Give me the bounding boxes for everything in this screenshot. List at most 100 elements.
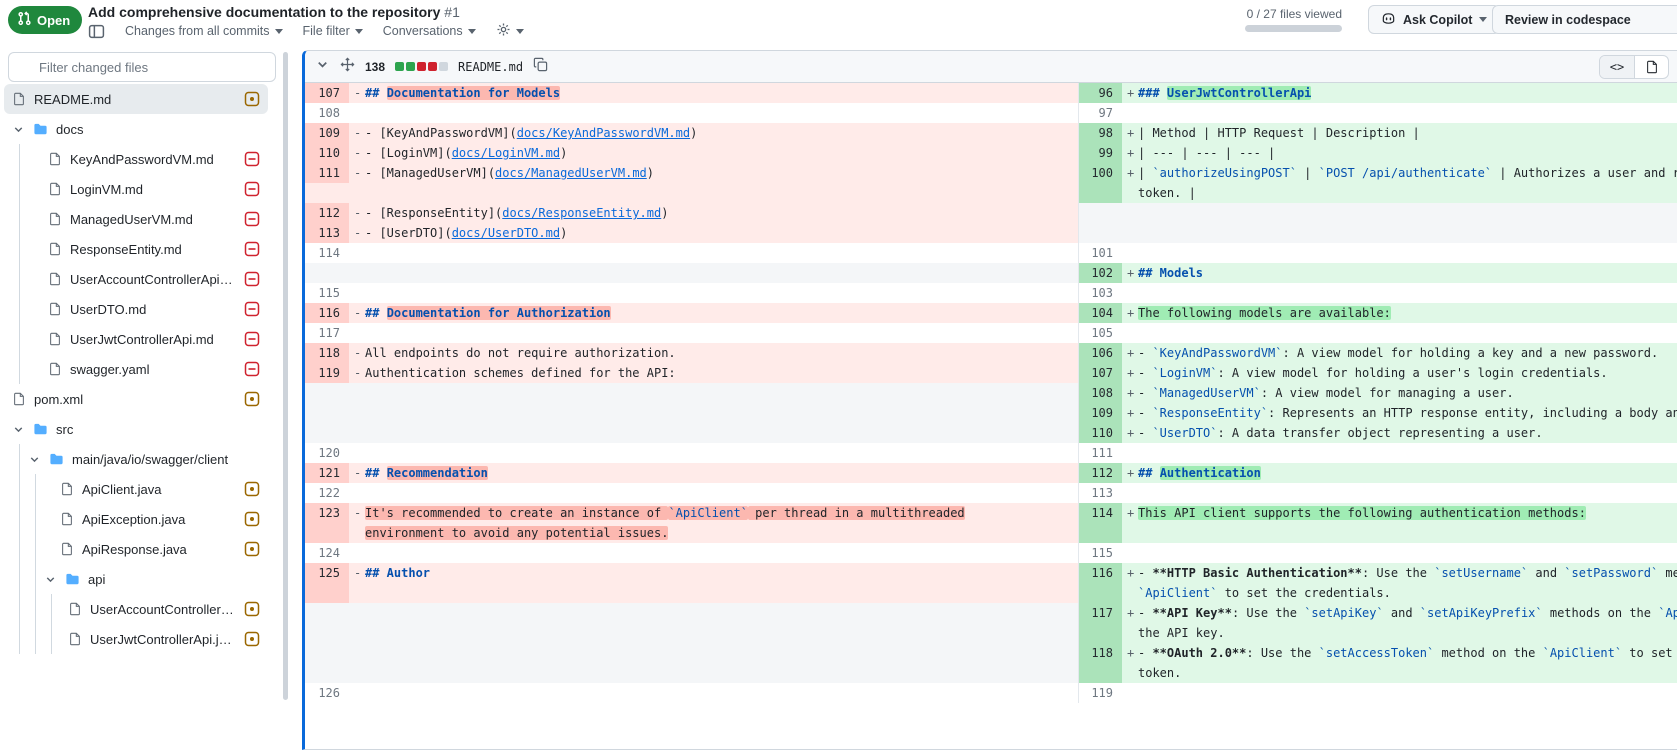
sidebar-scrollbar[interactable] [283, 52, 288, 700]
new-line-number[interactable]: 112 [1078, 463, 1122, 483]
tree-item-label: ApiException.java [82, 512, 236, 527]
diff-settings-dropdown[interactable] [496, 22, 524, 40]
new-line-number[interactable]: 108 [1078, 383, 1122, 403]
tree-item-swagger.yaml[interactable]: swagger.yaml [4, 354, 268, 384]
conversations-dropdown[interactable]: Conversations [383, 24, 476, 38]
new-line-number[interactable]: 99 [1078, 143, 1122, 163]
tree-item-apiexception.java[interactable]: ApiException.java [4, 504, 268, 534]
old-line-number[interactable]: 124 [305, 543, 349, 563]
old-line-number[interactable]: 117 [305, 323, 349, 343]
doc-link[interactable]: docs/ManagedUserVM.md [495, 166, 647, 180]
chevron-down-icon[interactable] [12, 123, 25, 136]
diff-marker: + [1122, 643, 1138, 663]
new-line-number[interactable]: 111 [1078, 443, 1122, 463]
chevron-down-icon [516, 29, 524, 34]
old-line-number[interactable]: 114 [305, 243, 349, 263]
old-line-number[interactable]: 111 [305, 163, 349, 183]
tree-item-main-java-io-swagger-client[interactable]: main/java/io/swagger/client [4, 444, 268, 474]
tree-item-manageduservm.md[interactable]: ManagedUserVM.md [4, 204, 268, 234]
toggle-sidebar-button[interactable] [88, 23, 105, 40]
file-filter-dropdown[interactable]: File filter [303, 24, 363, 38]
new-line-number[interactable]: 97 [1078, 103, 1122, 123]
old-line-number[interactable]: 125 [305, 563, 349, 583]
old-line-number[interactable]: 112 [305, 203, 349, 223]
review-in-codespace-button[interactable]: Review in codespace [1492, 5, 1677, 34]
old-line-number[interactable]: 113 [305, 223, 349, 243]
ask-copilot-button[interactable]: Ask Copilot [1368, 5, 1500, 34]
new-line-number[interactable]: 117 [1078, 603, 1122, 623]
new-line-number[interactable]: 113 [1078, 483, 1122, 503]
diff-filename[interactable]: README.md [458, 60, 523, 74]
new-line-number[interactable]: 114 [1078, 503, 1122, 523]
code-text: ## Documentation for Authorization [365, 303, 611, 323]
source-view-button[interactable]: <> [1600, 56, 1634, 78]
tree-item-useraccountcontrollerapi.md[interactable]: UserAccountControllerApi.md [4, 264, 268, 294]
diff-marker: - [349, 343, 365, 363]
tree-item-label: UserJwtControllerApi.java [90, 632, 236, 647]
old-line-number[interactable]: 121 [305, 463, 349, 483]
tree-item-userdto.md[interactable]: UserDTO.md [4, 294, 268, 324]
new-line-number[interactable]: 105 [1078, 323, 1122, 343]
new-line-number[interactable]: 107 [1078, 363, 1122, 383]
tree-item-apiresponse.java[interactable]: ApiResponse.java [4, 534, 268, 564]
new-line-number[interactable]: 118 [1078, 643, 1122, 663]
deleted-status-icon [244, 211, 260, 227]
new-line-number[interactable]: 103 [1078, 283, 1122, 303]
tree-item-loginvm.md[interactable]: LoginVM.md [4, 174, 268, 204]
new-line-number[interactable]: 101 [1078, 243, 1122, 263]
tree-item-useraccountcontrollerapi.java[interactable]: UserAccountControllerApi.java [4, 594, 268, 624]
new-line-number[interactable]: 116 [1078, 563, 1122, 583]
code-segment: the API key. [1138, 626, 1225, 640]
new-line-number[interactable]: 96 [1078, 83, 1122, 103]
old-line-number[interactable]: 109 [305, 123, 349, 143]
old-line-number[interactable]: 110 [305, 143, 349, 163]
old-line-number[interactable]: 118 [305, 343, 349, 363]
chevron-down-icon[interactable] [28, 453, 41, 466]
filter-changed-files-input[interactable] [8, 52, 276, 82]
old-line-number[interactable]: 116 [305, 303, 349, 323]
old-line-number[interactable]: 126 [305, 683, 349, 703]
old-line-number[interactable]: 122 [305, 483, 349, 503]
old-line-number[interactable]: 107 [305, 83, 349, 103]
copy-file-path-button[interactable] [533, 57, 548, 77]
old-line-number[interactable]: 120 [305, 443, 349, 463]
diff-marker: + [1122, 363, 1138, 383]
new-line-number[interactable]: 106 [1078, 343, 1122, 363]
tree-item-readme.md[interactable]: README.md [4, 84, 268, 114]
collapse-file-button[interactable] [315, 57, 330, 77]
tree-item-docs[interactable]: docs [4, 114, 268, 144]
old-line-number[interactable]: 123 [305, 503, 349, 523]
doc-link[interactable]: docs/LoginVM.md [452, 146, 560, 160]
doc-link[interactable]: docs/ResponseEntity.md [502, 206, 661, 220]
chevron-down-icon[interactable] [12, 423, 25, 436]
old-line-number[interactable]: 115 [305, 283, 349, 303]
doc-link[interactable]: docs/UserDTO.md [452, 226, 560, 240]
chevron-down-icon [355, 29, 363, 34]
code-segment: - [1138, 366, 1152, 380]
tree-item-src[interactable]: src [4, 414, 268, 444]
rich-diff-button[interactable] [1634, 56, 1668, 78]
tree-item-userjwtcontrollerapi.md[interactable]: UserJwtControllerApi.md [4, 324, 268, 354]
new-line-number[interactable]: 119 [1078, 683, 1122, 703]
new-line-number[interactable]: 102 [1078, 263, 1122, 283]
new-line-number[interactable]: 98 [1078, 123, 1122, 143]
tree-item-userjwtcontrollerapi.java[interactable]: UserJwtControllerApi.java [4, 624, 268, 654]
new-line-number[interactable]: 110 [1078, 423, 1122, 443]
drag-handle-icon[interactable] [340, 57, 355, 77]
diff-row: 108 97 [305, 103, 1677, 123]
chevron-down-icon[interactable] [44, 573, 57, 586]
tree-item-responseentity.md[interactable]: ResponseEntity.md [4, 234, 268, 264]
new-line-number[interactable]: 109 [1078, 403, 1122, 423]
tree-item-apiclient.java[interactable]: ApiClient.java [4, 474, 268, 504]
old-line-number[interactable]: 108 [305, 103, 349, 123]
new-line-number[interactable]: 104 [1078, 303, 1122, 323]
changes-from-commits-dropdown[interactable]: Changes from all commits [125, 24, 283, 38]
new-line-number[interactable]: 100 [1078, 163, 1122, 183]
tree-item-pom.xml[interactable]: pom.xml [4, 384, 268, 414]
code-text: - **HTTP Basic Authentication**: Use the… [1138, 563, 1677, 583]
doc-link[interactable]: docs/KeyAndPasswordVM.md [517, 126, 690, 140]
tree-item-api[interactable]: api [4, 564, 268, 594]
new-line-number[interactable]: 115 [1078, 543, 1122, 563]
tree-item-keyandpasswordvm.md[interactable]: KeyAndPasswordVM.md [4, 144, 268, 174]
old-line-number[interactable]: 119 [305, 363, 349, 383]
